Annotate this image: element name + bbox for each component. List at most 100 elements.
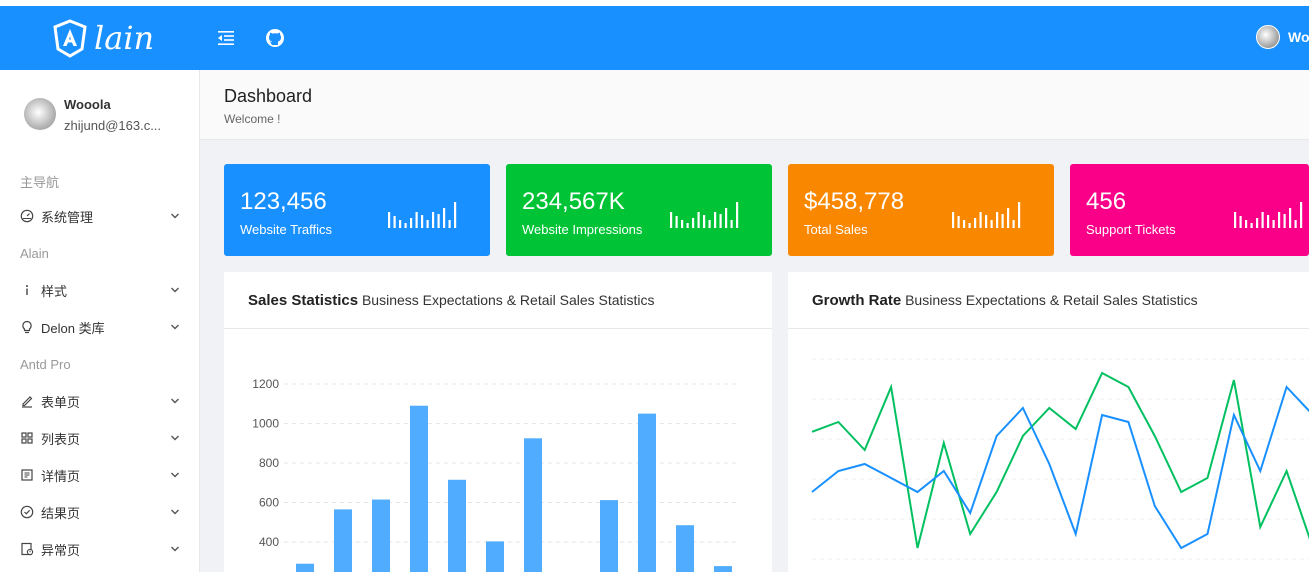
sparkline-bar [697,212,700,228]
page-title: Dashboard [224,86,313,106]
user-email: zhijund@163.c... [64,118,162,133]
sparkline-bars-icon [670,202,739,228]
sparkline-bar [393,216,396,228]
sparkline-bar [957,216,960,228]
menu-fold-icon[interactable] [216,28,236,48]
chevron-down-icon [171,213,179,219]
bar [676,525,694,572]
brand-logo[interactable]: lain [50,18,154,58]
y-tick-label: 400 [259,535,279,549]
sparkline-bar [675,216,678,228]
app-header: lain Wo [0,6,1309,70]
stat-card-tickets[interactable]: 456 Support Tickets [1070,164,1309,256]
warning-icon [21,542,34,556]
sidebar-item-system[interactable]: 系统管理 [0,201,199,231]
sparkline-bars-icon [952,202,1021,228]
sidebar-item-form[interactable]: 表单页 [0,386,199,416]
bar [600,500,618,572]
chevron-down-icon [171,287,179,293]
sparkline-bar [963,220,966,228]
y-tick-label: 1000 [252,417,279,431]
sparkline-bar [708,220,711,228]
profile-icon [21,469,33,481]
card-subtitle: Business Expectations & Retail Sales Sta… [905,292,1198,308]
sidebar-item-delon[interactable]: Delon 类库 [0,312,199,342]
page-header: Dashboard Welcome ! [200,70,1309,140]
sparkline-bar [410,218,413,228]
sparkline-bar [1283,214,1286,228]
sparkline-bar [1272,220,1275,228]
sparkline-bar [719,214,722,228]
header-user-menu[interactable]: Wo [1256,25,1309,49]
sparkline-bar [952,212,955,228]
sparkline-bar [437,214,440,228]
sparkline-bar [432,212,435,228]
stat-value: $458,778 [804,188,905,215]
sidebar-item-result[interactable]: 结果页 [0,497,199,527]
sidebar-item-label: 详情页 [41,468,81,484]
sparkline-bar [985,215,988,228]
nav-group-main: 主导航 [20,175,60,190]
nav-group-alain: Alain [20,246,49,261]
sparkline-bar [388,212,391,228]
card-title: Growth Rate [812,292,902,309]
y-tick-label: 600 [259,496,279,510]
card-subtitle: Business Expectations & Retail Sales Sta… [361,292,655,308]
sparkline-bar [421,215,424,228]
stat-card-impressions[interactable]: 234,567K Website Impressions [506,164,772,256]
growth-rate-card: Growth Rate Business Expectations & Reta… [788,272,1309,572]
stat-label: Website Impressions [522,222,643,237]
sales-statistics-card: Sales Statistics Business Expectations &… [224,272,772,572]
sidebar-item-label: 结果页 [41,505,81,521]
bar [448,479,466,572]
chevron-down-icon [171,509,179,515]
sparkline-bar [1261,212,1264,228]
sidebar-user[interactable]: Wooola zhijund@163.c... [24,96,161,138]
sparkline-bar [714,212,717,228]
stat-value: 456 [1086,188,1127,215]
sidebar-item-list[interactable]: 列表页 [0,423,199,453]
sidebar-item-label: 样式 [41,283,68,299]
sparkline-bar [1007,208,1010,228]
sparkline-bar [968,223,971,228]
y-tick-label: 1200 [252,377,279,391]
sparkline-bar [1256,218,1259,228]
sidebar-item-exception[interactable]: 异常页 [0,534,199,564]
stat-value: 234,567K [522,188,625,215]
bar [372,499,390,572]
growth-line-chart [811,358,1309,560]
sidebar-item-detail[interactable]: 详情页 [0,460,199,490]
github-icon[interactable] [265,28,285,48]
header-user-name: Wo [1288,29,1309,45]
stat-value: 123,456 [240,188,327,215]
sparkline-bar [399,220,402,228]
stat-label: Total Sales [804,222,868,237]
sparkline-bar [1018,202,1021,228]
sidebar-item-label: Delon 类库 [41,320,105,336]
sparkline-bars-icon [388,202,457,228]
card-header: Sales Statistics Business Expectations &… [224,272,772,329]
bar [638,413,656,572]
angular-shield-icon [53,19,87,58]
series-line [811,385,1309,550]
card-title: Sales Statistics [248,292,359,309]
sparkline-bar [415,212,418,228]
bar [410,405,428,572]
bar [334,509,352,572]
stat-card-traffic[interactable]: 123,456 Website Traffics [224,164,490,256]
sparkline-bar [736,202,739,228]
stat-label: Support Tickets [1086,222,1176,237]
sparkline-bar [1300,202,1303,228]
sparkline-bar [454,202,457,228]
stat-card-sales[interactable]: $458,778 Total Sales [788,164,1054,256]
chevron-down-icon [171,398,179,404]
sparkline-bar [681,220,684,228]
user-name: Wooola [64,97,111,112]
page-subtitle: Welcome ! [224,112,281,126]
sparkline-bar [448,220,451,228]
sparkline-bar [692,218,695,228]
card-header: Growth Rate Business Expectations & Reta… [788,272,1309,329]
sidebar-item-style[interactable]: 样式 [0,275,199,305]
sparkline-bar [1294,220,1297,228]
chevron-down-icon [171,472,179,478]
